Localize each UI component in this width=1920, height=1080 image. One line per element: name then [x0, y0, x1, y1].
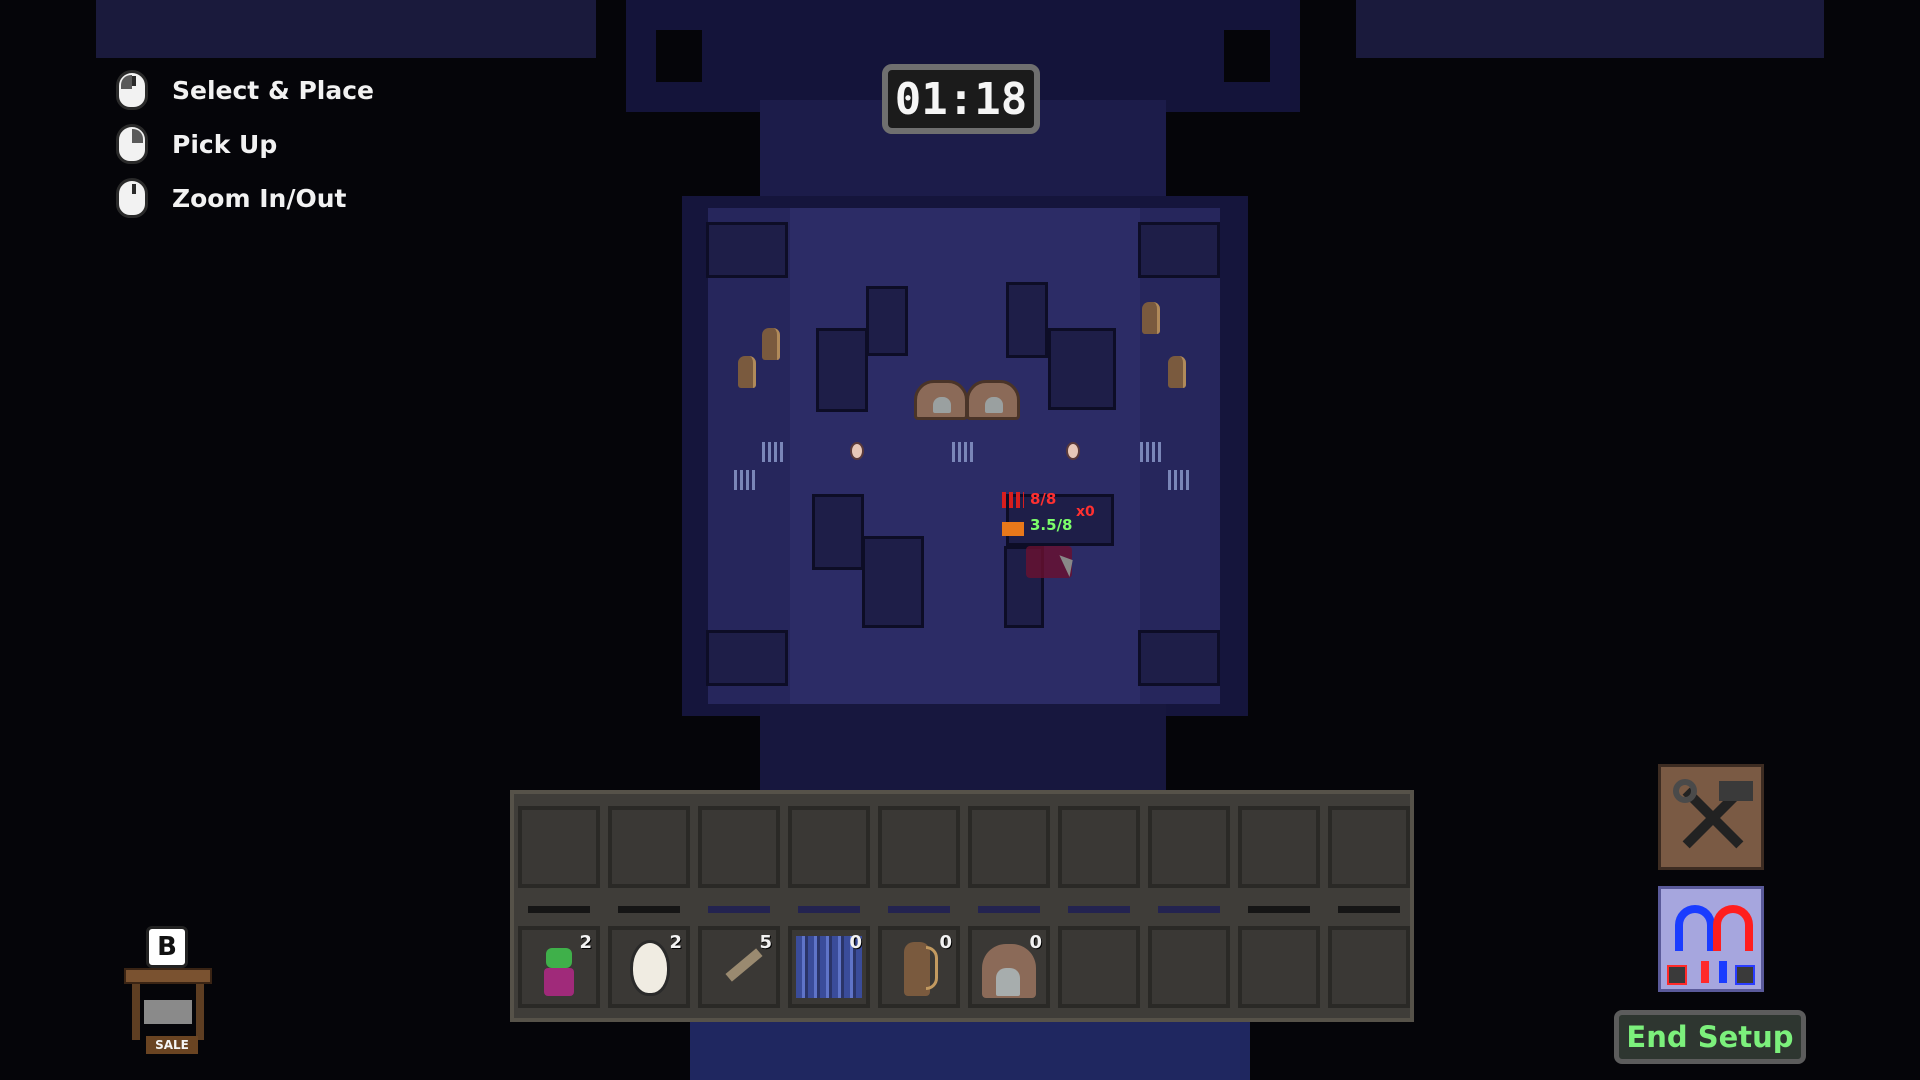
grave-spawner-unit[interactable] — [966, 380, 1020, 420]
slot-divider — [978, 906, 1040, 913]
wall-block-ne — [1138, 222, 1220, 278]
dungeon-wall-top-right — [1356, 0, 1824, 58]
egg-spawner-unit[interactable] — [850, 442, 864, 460]
defense-stat: 3.5/8 — [1030, 516, 1073, 534]
pillar-top-right — [1048, 328, 1116, 410]
damage-stat-icon — [1002, 492, 1024, 508]
control-label: Pick Up — [172, 129, 278, 159]
slot-divider — [1068, 906, 1130, 913]
egg-spawner-icon — [630, 940, 670, 996]
inventory-slot[interactable] — [518, 806, 600, 888]
inventory-item-grave-spawner[interactable]: 0 — [968, 926, 1050, 1008]
setup-timer: 01:18 — [882, 64, 1040, 134]
item-count: 2 — [579, 932, 592, 953]
spike-trap-unit[interactable] — [762, 442, 784, 462]
wall-block-se — [1138, 630, 1220, 686]
end-setup-button[interactable]: End Setup — [1614, 1010, 1806, 1064]
inventory-slot[interactable] — [878, 806, 960, 888]
goblin-mage-icon — [538, 944, 580, 996]
corridor-bottom — [760, 704, 1166, 794]
magnet-icon[interactable] — [1658, 886, 1764, 992]
slot-divider — [798, 906, 860, 913]
shop-sale-sign: SALE — [146, 1036, 198, 1054]
sword-trap-icon — [725, 948, 763, 982]
archer-unit[interactable] — [1142, 302, 1160, 334]
inventory-slot[interactable] — [1058, 806, 1140, 888]
shop-stall-icon[interactable]: SALE — [122, 968, 214, 1054]
inventory-item-goblin-mage[interactable]: 2 — [518, 926, 600, 1008]
mouse-scroll-icon — [116, 178, 148, 218]
hammer-wrench-icon[interactable] — [1658, 764, 1764, 870]
grave-spawner-icon — [982, 944, 1036, 998]
slot-divider — [1248, 906, 1310, 913]
spike-trap-unit[interactable] — [1168, 470, 1190, 490]
slot-divider — [708, 906, 770, 913]
pillar-top-left-upper — [866, 286, 908, 356]
control-hint-select: Select & Place — [116, 70, 374, 110]
egg-spawner-unit[interactable] — [1066, 442, 1080, 460]
archer-unit[interactable] — [1168, 356, 1186, 388]
grave-spawner-unit[interactable] — [914, 380, 968, 420]
inventory-item-egg-spawner[interactable]: 2 — [608, 926, 690, 1008]
slot-divider — [1158, 906, 1220, 913]
inventory-slot[interactable] — [1148, 926, 1230, 1008]
item-count: 0 — [849, 932, 862, 953]
mouse-left-click-icon — [116, 70, 148, 110]
inventory-slot[interactable] — [1238, 806, 1320, 888]
pillar-top-left — [816, 328, 868, 412]
shop-hotkey: B — [146, 926, 188, 968]
control-hint-pickup: Pick Up — [116, 124, 277, 164]
inventory-item-sword-trap[interactable]: 5 — [698, 926, 780, 1008]
inventory-item-spike-trap[interactable]: 0 — [788, 926, 870, 1008]
archer-unit[interactable] — [738, 356, 756, 388]
mouse-right-click-icon — [116, 124, 148, 164]
item-count: 2 — [669, 932, 682, 953]
control-label: Zoom In/Out — [172, 183, 347, 213]
slot-divider — [528, 906, 590, 913]
item-count: 0 — [939, 932, 952, 953]
wall-block-nw — [706, 222, 788, 278]
item-count: 0 — [1029, 932, 1042, 953]
spike-trap-unit[interactable] — [1140, 442, 1162, 462]
inventory-slot[interactable] — [1058, 926, 1140, 1008]
inventory-slot[interactable] — [788, 806, 870, 888]
gate-window-left — [656, 30, 702, 82]
inventory-slot[interactable] — [1328, 806, 1410, 888]
pillar-bottom-left — [812, 494, 864, 570]
inventory-slot[interactable] — [1148, 806, 1230, 888]
inventory-panel: 2 2 5 0 0 0 — [510, 790, 1414, 1022]
inventory-item-archer[interactable]: 0 — [878, 926, 960, 1008]
defense-stat-icon — [1002, 522, 1024, 536]
inventory-slot[interactable] — [1328, 926, 1410, 1008]
bow-icon — [926, 946, 938, 990]
slot-divider — [1338, 906, 1400, 913]
spike-trap-unit[interactable] — [952, 442, 974, 462]
archer-unit[interactable] — [762, 328, 780, 360]
inventory-slot[interactable] — [1238, 926, 1320, 1008]
control-label: Select & Place — [172, 75, 375, 105]
dungeon-wall-top-left — [96, 0, 596, 58]
slot-divider — [618, 906, 680, 913]
pillar-bottom-left-lower — [862, 536, 924, 628]
gate-window-right — [1224, 30, 1270, 82]
inventory-slot[interactable] — [608, 806, 690, 888]
damage-stat: 8/8 — [1030, 490, 1057, 508]
control-hint-zoom: Zoom In/Out — [116, 178, 346, 218]
slot-divider — [888, 906, 950, 913]
inventory-slot[interactable] — [968, 806, 1050, 888]
inventory-slot[interactable] — [698, 806, 780, 888]
multiplier-stat: x0 — [1076, 504, 1095, 520]
pillar-top-right-upper — [1006, 282, 1048, 358]
spike-trap-unit[interactable] — [734, 470, 756, 490]
wall-block-sw — [706, 630, 788, 686]
item-count: 5 — [759, 932, 772, 953]
